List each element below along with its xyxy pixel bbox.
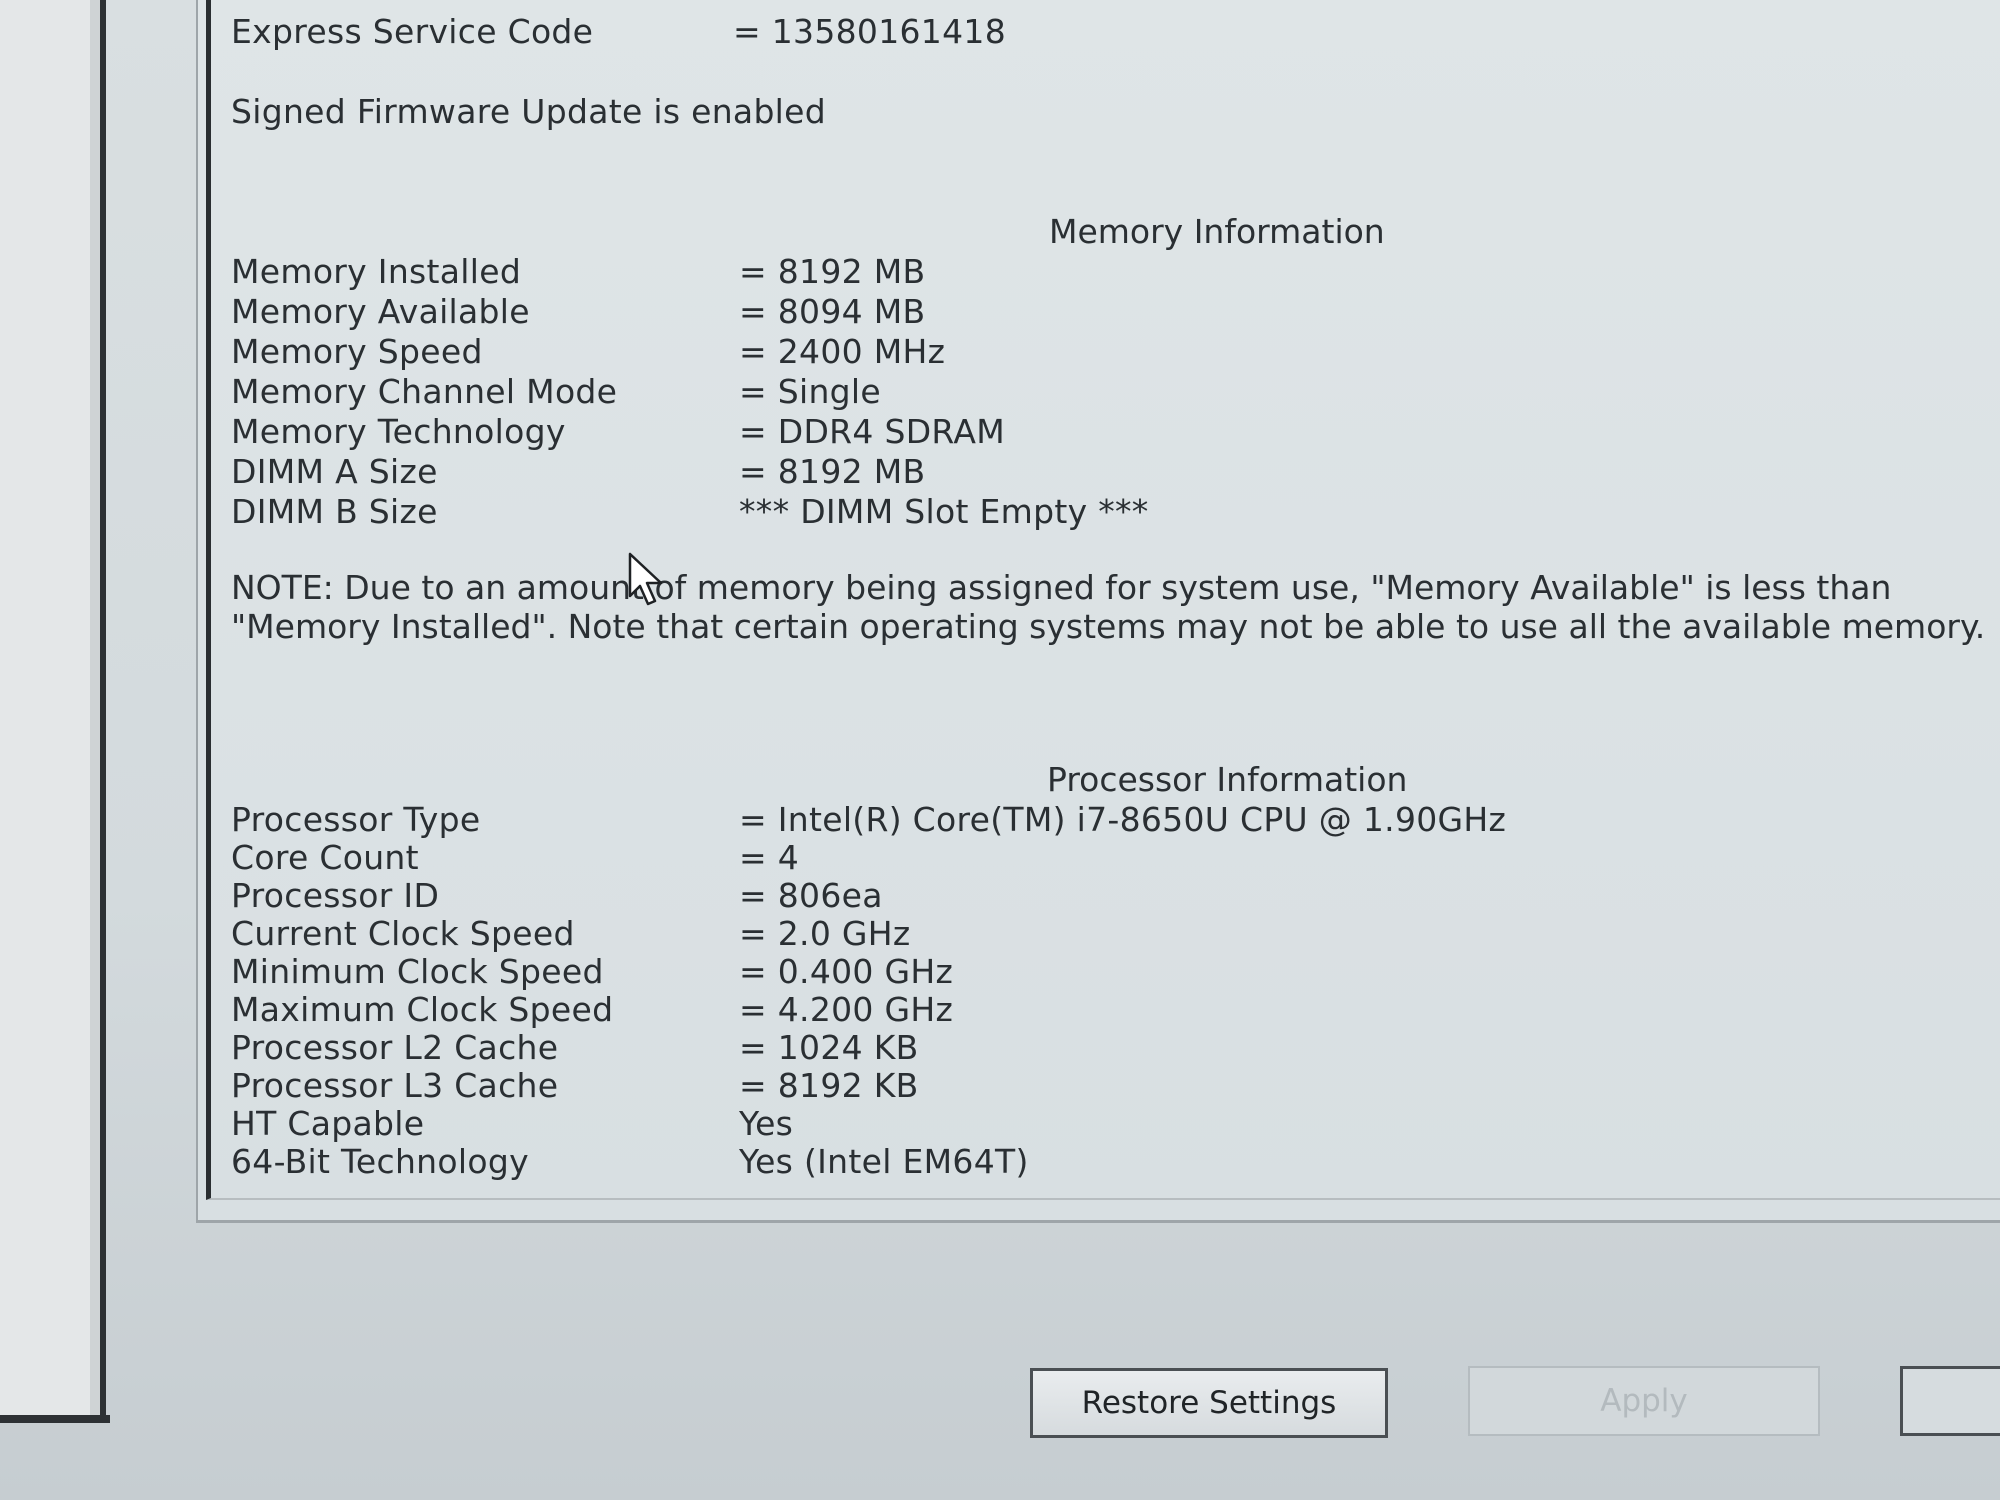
current-clock-speed-value: = 2.0 GHz [739,914,911,953]
memory-installed-label: Memory Installed [231,252,522,291]
processor-section-title: Processor Information [1047,760,1408,799]
processor-l3-cache-value: = 8192 KB [739,1066,919,1105]
exit-button[interactable] [1900,1366,2000,1436]
core-count-label: Core Count [231,838,419,877]
express-service-code-value: = 13580161418 [733,12,1006,51]
dimm-a-size-value: = 8192 MB [739,452,926,491]
system-information-panel: Express Service Code = 13580161418 Signe… [206,0,2000,1200]
bios-system-information-screen: Express Service Code = 13580161418 Signe… [0,0,2000,1500]
memory-installed-value: = 8192 MB [739,252,926,291]
current-clock-speed-label: Current Clock Speed [231,914,575,953]
restore-settings-button[interactable]: Restore Settings [1030,1368,1388,1438]
processor-id-label: Processor ID [231,876,440,915]
navigation-pane-border [0,1415,110,1423]
memory-channel-mode-value: = Single [739,372,881,411]
processor-l2-cache-value: = 1024 KB [739,1028,919,1067]
memory-available-value: = 8094 MB [739,292,926,331]
firmware-status: Signed Firmware Update is enabled [231,92,827,131]
64-bit-technology-label: 64-Bit Technology [231,1142,529,1181]
memory-available-label: Memory Available [231,292,530,331]
minimum-clock-speed-value: = 0.400 GHz [739,952,954,991]
memory-channel-mode-label: Memory Channel Mode [231,372,618,411]
memory-technology-value: = DDR4 SDRAM [739,412,1005,451]
apply-button[interactable]: Apply [1468,1366,1820,1436]
processor-id-value: = 806ea [739,876,883,915]
core-count-value: = 4 [739,838,800,877]
express-service-code-label: Express Service Code [231,12,594,51]
memory-speed-value: = 2400 MHz [739,332,946,371]
dimm-b-size-value: *** DIMM Slot Empty *** [739,492,1149,531]
maximum-clock-speed-label: Maximum Clock Speed [231,990,614,1029]
dimm-b-size-label: DIMM B Size [231,492,438,531]
ht-capable-label: HT Capable [231,1104,425,1143]
dimm-a-size-label: DIMM A Size [231,452,438,491]
memory-note: NOTE: Due to an amount of memory being a… [231,568,1986,646]
processor-l2-cache-label: Processor L2 Cache [231,1028,559,1067]
processor-type-label: Processor Type [231,800,481,839]
processor-l3-cache-label: Processor L3 Cache [231,1066,559,1105]
processor-type-value: = Intel(R) Core(TM) i7-8650U CPU @ 1.90G… [739,800,1507,839]
64-bit-technology-value: Yes (Intel EM64T) [739,1142,1029,1181]
memory-speed-label: Memory Speed [231,332,483,371]
minimum-clock-speed-label: Minimum Clock Speed [231,952,604,991]
memory-section-title: Memory Information [1049,212,1385,251]
navigation-pane[interactable] [0,0,106,1415]
mouse-pointer-icon [628,552,663,606]
memory-technology-label: Memory Technology [231,412,566,451]
ht-capable-value: Yes [739,1104,794,1143]
maximum-clock-speed-value: = 4.200 GHz [739,990,954,1029]
